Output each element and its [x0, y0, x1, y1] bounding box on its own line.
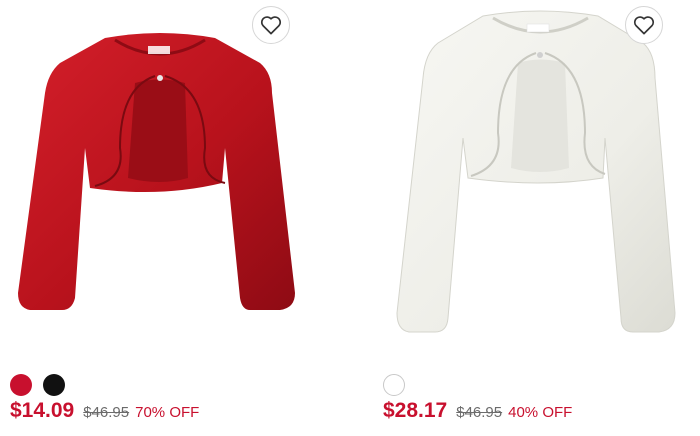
white-shrug-illustration — [396, 10, 676, 333]
original-price: $46.95 — [83, 404, 130, 421]
swatch-red[interactable] — [10, 374, 32, 396]
color-swatches — [383, 374, 405, 396]
discount-label: 70% OFF — [135, 404, 200, 421]
product-card[interactable]: $28.17 $46.95 40% OFF — [373, 0, 700, 436]
wishlist-button[interactable] — [252, 6, 290, 44]
color-swatches — [10, 374, 65, 396]
wishlist-button[interactable] — [625, 6, 663, 44]
heart-outline-icon — [633, 16, 655, 35]
swatch-black[interactable] — [43, 374, 65, 396]
red-shrug-illustration — [18, 33, 295, 310]
product-image[interactable] — [393, 8, 688, 340]
original-price: $46.95 — [456, 404, 503, 421]
sale-price: $28.17 — [383, 399, 448, 422]
heart-outline-icon — [260, 16, 282, 35]
discount-label: 40% OFF — [508, 404, 573, 421]
product-card[interactable]: $14.09 $46.95 70% OFF — [0, 0, 350, 436]
sale-price: $14.09 — [10, 399, 75, 422]
price-row: $28.17 $46.95 40% OFF — [383, 399, 572, 423]
swatch-white[interactable] — [383, 374, 405, 396]
product-image[interactable] — [10, 28, 310, 318]
price-row: $14.09 $46.95 70% OFF — [10, 399, 199, 423]
